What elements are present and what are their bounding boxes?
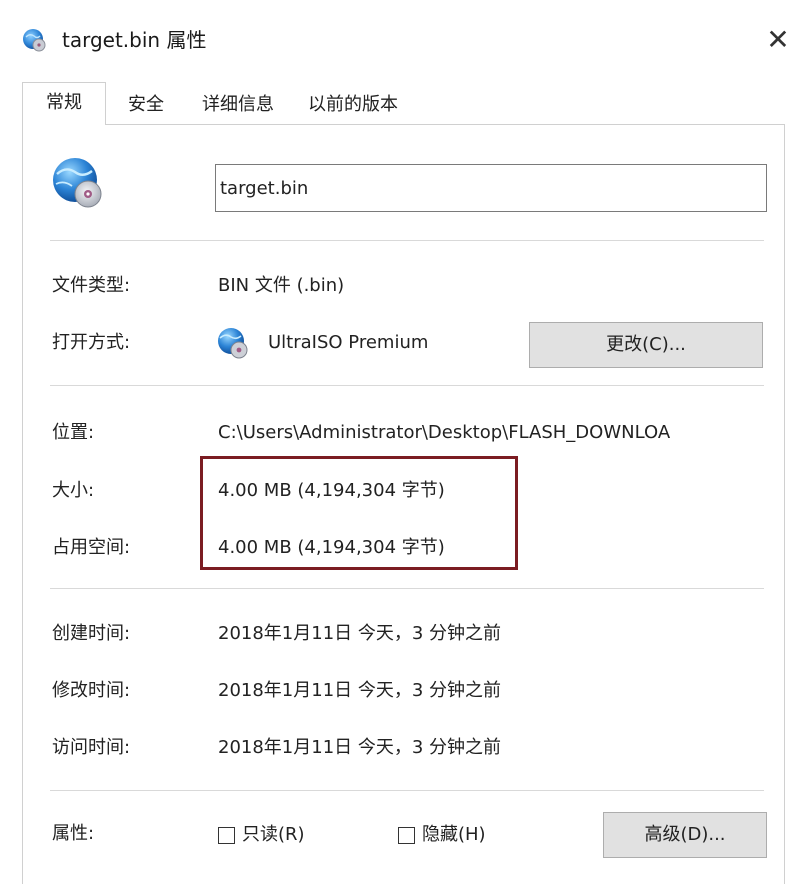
close-button[interactable]: ✕ bbox=[758, 18, 797, 62]
tab-details[interactable]: 详细信息 bbox=[186, 86, 290, 124]
disc-globe-icon bbox=[53, 158, 102, 208]
created-value: 2018年1月11日 今天，3 分钟之前 bbox=[218, 623, 502, 644]
ultraiso-icon bbox=[218, 328, 248, 359]
title-bar: target.bin 属性 ✕ bbox=[0, 0, 797, 80]
advanced-button[interactable]: 高级(D)... bbox=[603, 812, 767, 858]
modified-value: 2018年1月11日 今天，3 分钟之前 bbox=[218, 680, 502, 701]
opens-with-value: UltraISO Premium bbox=[268, 332, 429, 353]
hidden-checkbox[interactable] bbox=[398, 827, 415, 844]
location-label: 位置: bbox=[52, 422, 95, 443]
size-label: 大小: bbox=[52, 480, 95, 501]
tab-security[interactable]: 安全 bbox=[106, 86, 186, 124]
tab-general[interactable]: 常规 bbox=[22, 82, 106, 125]
tab-previous-versions[interactable]: 以前的版本 bbox=[290, 86, 416, 124]
accessed-value: 2018年1月11日 今天，3 分钟之前 bbox=[218, 737, 502, 758]
separator bbox=[50, 385, 764, 386]
readonly-checkbox[interactable] bbox=[218, 827, 235, 844]
tab-strip: 常规 安全 详细信息 以前的版本 bbox=[22, 82, 785, 125]
created-label: 创建时间: bbox=[52, 623, 131, 644]
change-button[interactable]: 更改(C)... bbox=[529, 322, 763, 368]
file-type-value: BIN 文件 (.bin) bbox=[218, 275, 345, 296]
location-value: C:\Users\Administrator\Desktop\FLASH_DOW… bbox=[218, 422, 671, 443]
disc-globe-icon bbox=[23, 29, 46, 52]
separator bbox=[50, 790, 764, 791]
window-title: target.bin 属性 bbox=[62, 28, 207, 52]
opens-with-label: 打开方式: bbox=[52, 332, 131, 353]
separator bbox=[50, 240, 764, 241]
properties-dialog: target.bin 属性 ✕ 常规 安全 详细信息 以前的版本 target.… bbox=[0, 0, 797, 884]
location-value-clip: C:\Users\Administrator\Desktop\FLASH_DOW… bbox=[218, 421, 768, 447]
hidden-label[interactable]: 隐藏(H) bbox=[422, 823, 486, 847]
size-on-disk-label: 占用空间: bbox=[52, 537, 131, 558]
highlight-annotation bbox=[200, 456, 518, 570]
file-type-label: 文件类型: bbox=[52, 275, 131, 296]
file-name-input[interactable] bbox=[215, 164, 767, 212]
attributes-label: 属性: bbox=[52, 823, 95, 844]
modified-label: 修改时间: bbox=[52, 680, 131, 701]
separator bbox=[50, 588, 764, 589]
readonly-label[interactable]: 只读(R) bbox=[242, 823, 305, 847]
accessed-label: 访问时间: bbox=[52, 737, 131, 758]
